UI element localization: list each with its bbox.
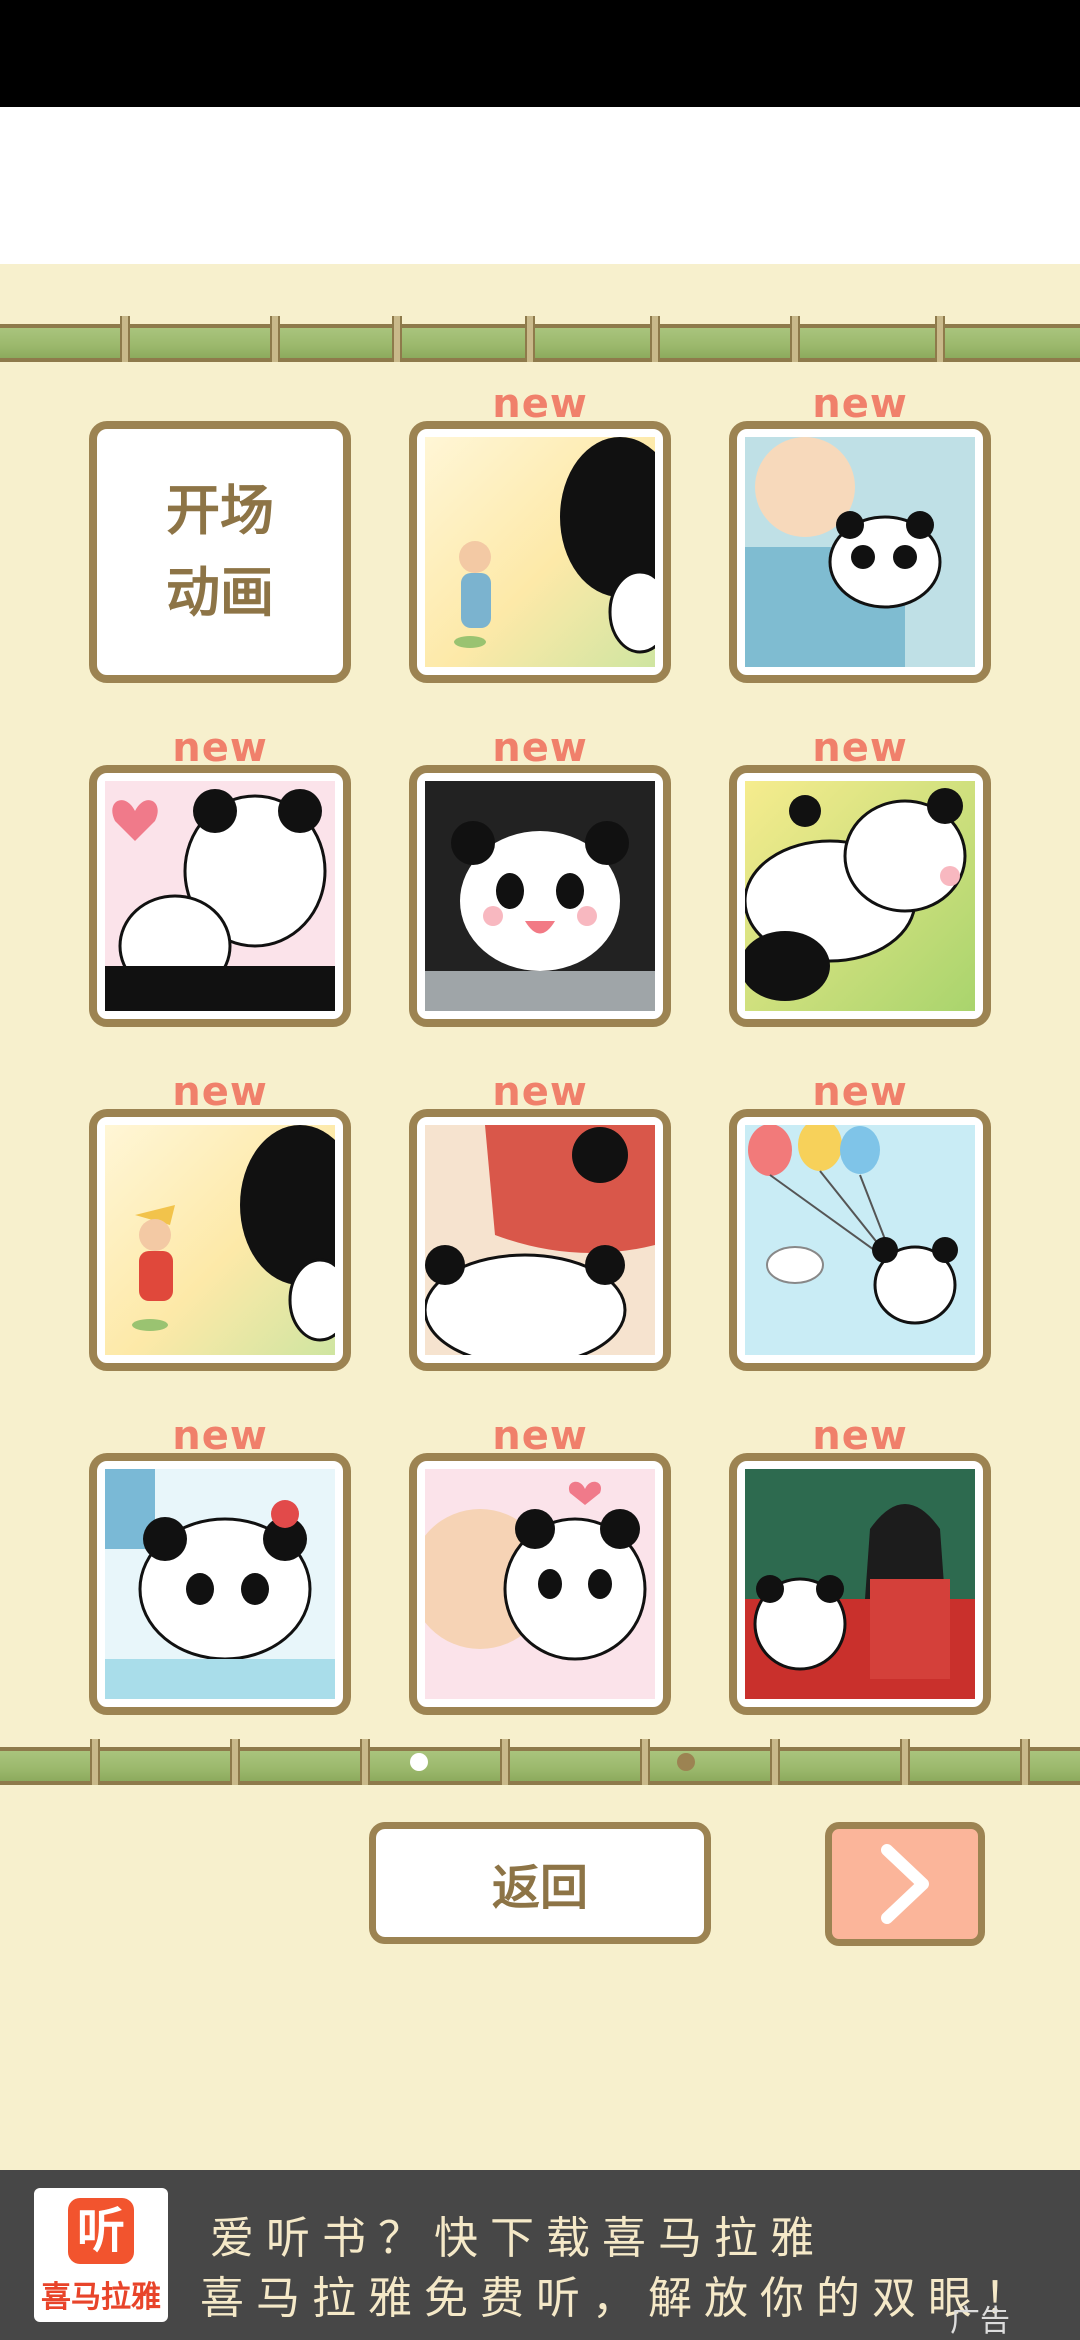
bamboo-top-decoration: [0, 316, 1080, 362]
tile-scene-7[interactable]: [89, 1109, 351, 1371]
tile-scene-5[interactable]: [409, 765, 671, 1027]
listen-logo-icon: 听: [68, 2198, 134, 2264]
tile-scene-2[interactable]: [409, 421, 671, 683]
page-indicator-1[interactable]: [410, 1753, 428, 1771]
status-bar: [0, 0, 1080, 107]
new-badge: new: [812, 725, 908, 771]
tile-scene-4[interactable]: [89, 765, 351, 1027]
page-indicator-2[interactable]: [677, 1753, 695, 1771]
tile-scene-8[interactable]: [409, 1109, 671, 1371]
tile-scene-6[interactable]: [729, 765, 991, 1027]
new-badge: new: [812, 1069, 908, 1115]
ad-headline: 爱听书？快下载喜马拉雅: [210, 2213, 826, 2264]
new-badge: new: [172, 1069, 268, 1115]
new-badge: new: [172, 725, 268, 771]
tile-scene-3[interactable]: [729, 421, 991, 683]
ad-app-logo[interactable]: 听 喜马拉雅: [34, 2188, 168, 2322]
tile-scene-10[interactable]: [89, 1453, 351, 1715]
new-badge: new: [812, 1413, 908, 1459]
new-badge: new: [492, 1413, 588, 1459]
bamboo-bottom-decoration: [0, 1739, 1080, 1785]
back-button[interactable]: 返回: [369, 1822, 711, 1944]
next-page-button[interactable]: [825, 1822, 985, 1946]
ad-brand-name: 喜马拉雅: [41, 2280, 161, 2315]
tile-scene-11[interactable]: [409, 1453, 671, 1715]
ad-subline: 喜马拉雅免费听，解放你的双眼！: [200, 2273, 1040, 2324]
tile-scene-9[interactable]: [729, 1109, 991, 1371]
ad-label: 广告: [950, 2304, 1010, 2339]
tile-scene-12[interactable]: [729, 1453, 991, 1715]
new-badge: new: [172, 1413, 268, 1459]
back-button-label: 返回: [491, 1860, 588, 1916]
new-badge: new: [812, 381, 908, 427]
top-blank-banner: [0, 107, 1080, 264]
tile-opening-animation[interactable]: 开场 动画: [89, 421, 351, 683]
tile-label-line1: 开场: [166, 479, 274, 542]
chevron-right-icon: [881, 1844, 929, 1924]
new-badge: new: [492, 1069, 588, 1115]
tile-label-line2: 动画: [166, 561, 274, 624]
new-badge: new: [492, 725, 588, 771]
new-badge: new: [492, 381, 588, 427]
